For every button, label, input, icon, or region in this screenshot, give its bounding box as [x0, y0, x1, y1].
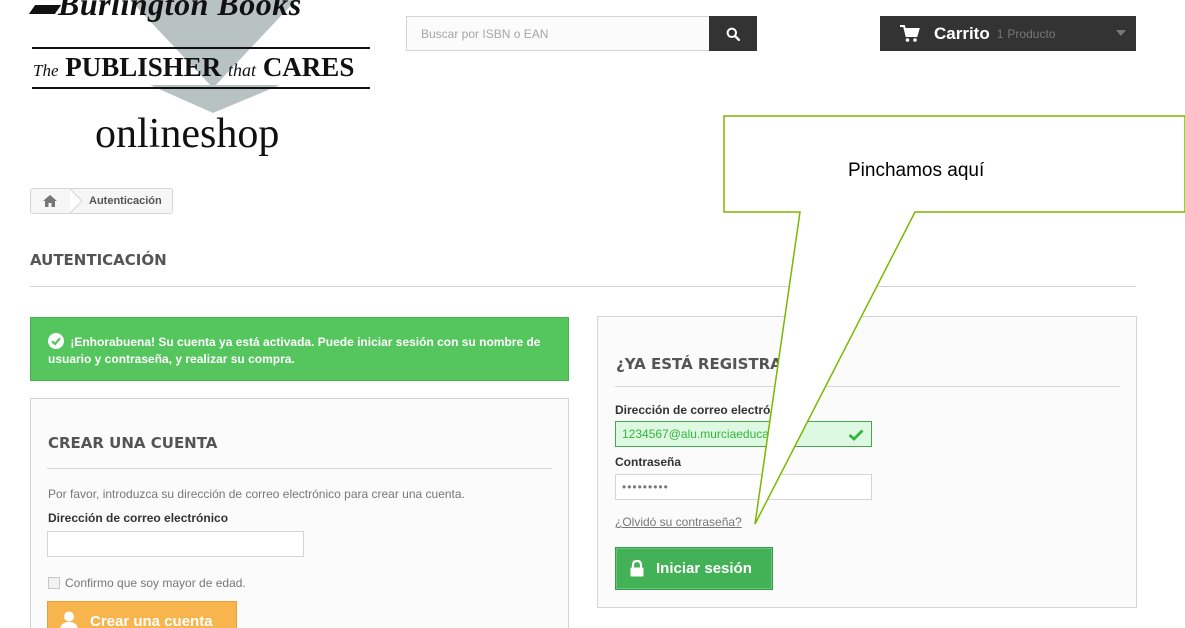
- login-heading: ¿YA ESTÁ REGISTRADO?: [616, 355, 816, 373]
- age-confirm-row: Confirmo que soy mayor de edad.: [48, 576, 246, 590]
- password-input[interactable]: [615, 474, 872, 500]
- create-account-description: Por favor, introduzca su dirección de co…: [48, 487, 465, 501]
- logo-top-rule: [32, 47, 370, 49]
- site-logo[interactable]: Burlington Books The PUBLISHER that CARE…: [0, 0, 380, 165]
- logo-bottom-rule: [32, 87, 370, 89]
- check-circle-icon: [48, 333, 64, 349]
- breadcrumb-home-link[interactable]: [31, 189, 69, 213]
- create-email-label: Dirección de correo electrónico: [48, 511, 229, 525]
- age-confirm-label: Confirmo que soy mayor de edad.: [65, 576, 246, 590]
- create-account-divider: [47, 468, 552, 469]
- home-icon: [43, 195, 57, 207]
- breadcrumb: Autenticación: [30, 188, 173, 214]
- breadcrumb-separator: [69, 189, 83, 213]
- user-icon: [60, 611, 78, 628]
- valid-check-icon: [848, 429, 864, 441]
- cart-icon: [900, 24, 920, 42]
- page-title-divider: [30, 286, 1136, 287]
- callout-text: Pinchamos aquí: [848, 160, 985, 181]
- login-button-label: Iniciar sesión: [656, 560, 752, 577]
- breadcrumb-current: Autenticación: [89, 195, 162, 207]
- create-account-button[interactable]: Crear una cuenta: [47, 601, 237, 628]
- create-account-panel: CREAR UNA CUENTA Por favor, introduzca s…: [30, 398, 569, 628]
- cart-unit: Producto: [1007, 26, 1056, 41]
- login-divider: [615, 386, 1120, 387]
- alert-message: ¡Enhorabuena! Su cuenta ya está activada…: [48, 335, 541, 366]
- lock-icon: [630, 560, 644, 577]
- cart-label: Carrito: [934, 23, 990, 43]
- cart-button[interactable]: Carrito 1 Producto: [880, 16, 1136, 51]
- page-title: AUTENTICACIÓN: [30, 251, 167, 269]
- logo-tagline: The PUBLISHER that CARES: [33, 52, 355, 82]
- create-account-heading: CREAR UNA CUENTA: [48, 434, 218, 452]
- login-email-input[interactable]: [615, 421, 872, 447]
- logo-shop-name: onlineshop: [95, 111, 280, 157]
- search-bar: [406, 16, 757, 51]
- create-account-button-label: Crear una cuenta: [90, 612, 213, 628]
- search-button[interactable]: [709, 16, 757, 51]
- age-confirm-checkbox[interactable]: [48, 577, 60, 589]
- cart-count: 1: [996, 26, 1004, 41]
- chevron-down-icon: [1116, 30, 1126, 36]
- forgot-password-link[interactable]: ¿Olvidó su contraseña?: [615, 515, 742, 529]
- login-button[interactable]: Iniciar sesión: [615, 547, 773, 590]
- create-email-input[interactable]: [47, 531, 304, 557]
- login-email-label: Dirección de correo electrónico: [615, 403, 796, 417]
- login-panel: ¿YA ESTÁ REGISTRADO? Dirección de correo…: [597, 316, 1137, 608]
- search-icon: [726, 27, 740, 41]
- success-alert: ¡Enhorabuena! Su cuenta ya está activada…: [30, 317, 569, 381]
- password-label: Contraseña: [615, 455, 682, 469]
- logo-brand-name: Burlington Books: [58, 0, 302, 22]
- search-input[interactable]: [406, 16, 709, 51]
